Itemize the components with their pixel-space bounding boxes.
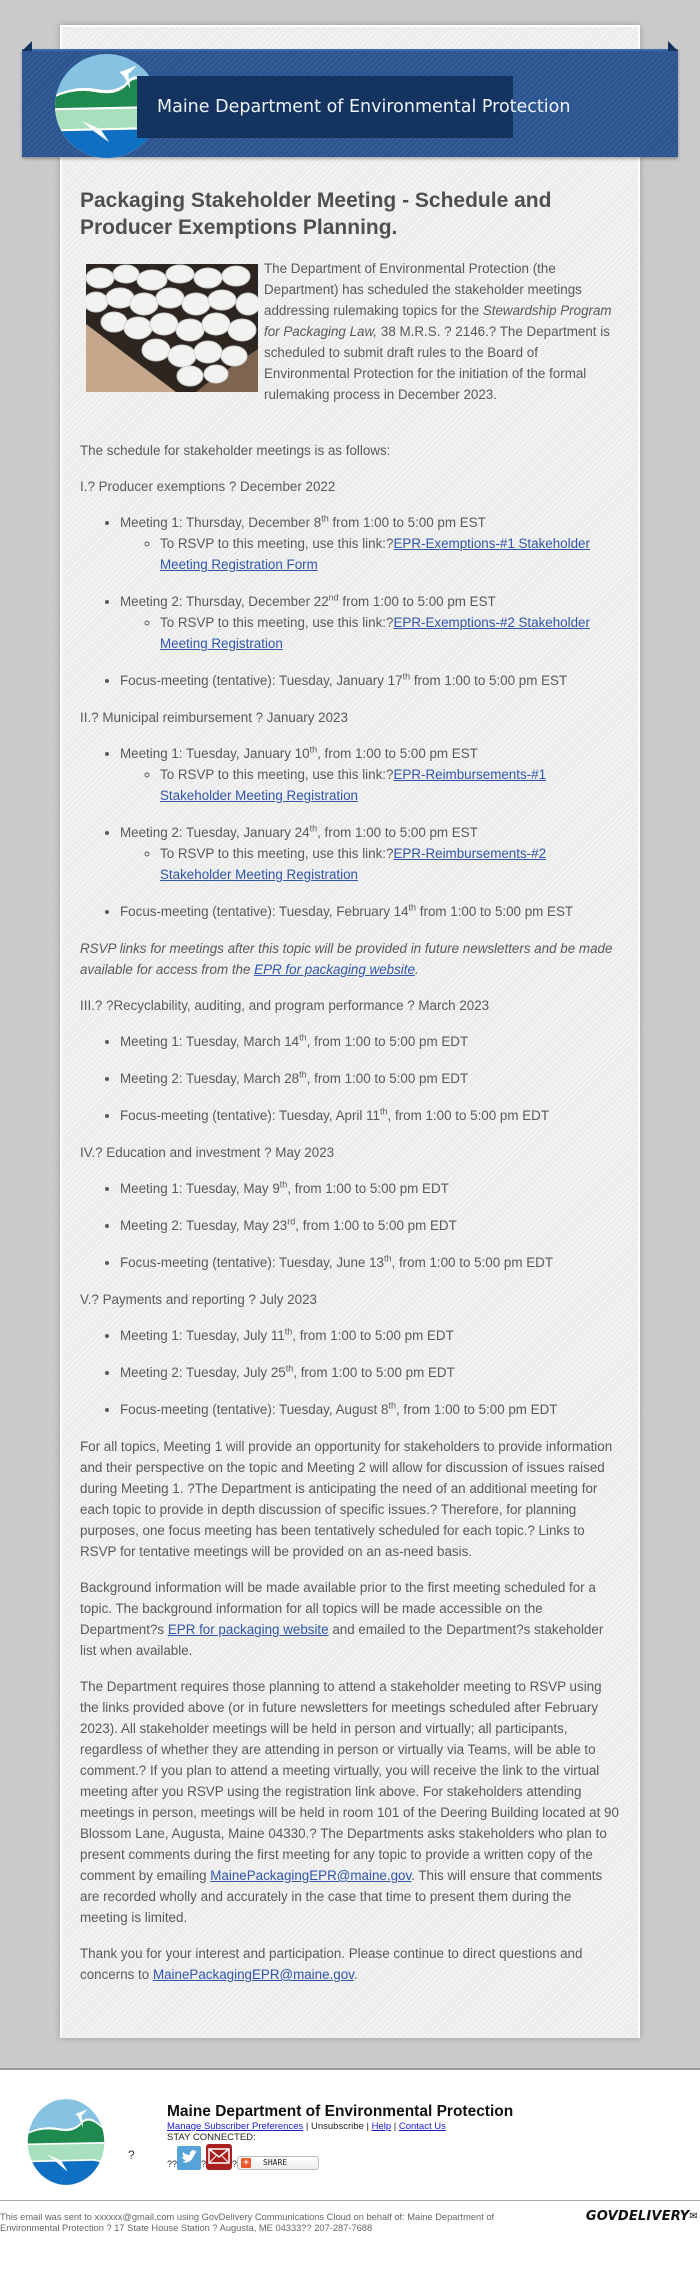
meeting-list: Meeting 1: Tuesday, March 14th, from 1:0… — [80, 1031, 620, 1126]
background-paragraph: Background information will be made avai… — [80, 1580, 604, 1658]
meeting-item: Meeting 1: Tuesday, January 10th, from 1… — [120, 743, 620, 806]
topic-heading: III.? ?Recyclability, auditing, and prog… — [80, 998, 490, 1013]
maine-dep-logo-icon — [27, 2099, 105, 2185]
meeting-item: Meeting 1: Tuesday, May 9th, from 1:00 t… — [120, 1178, 620, 1199]
epr-website-link[interactable]: EPR for packaging website — [254, 962, 415, 977]
meeting-item: Meeting 1: Thursday, December 8th from 1… — [120, 512, 620, 575]
topic-heading: II.? Municipal reimbursement ? January 2… — [80, 710, 348, 725]
email-link[interactable]: MainePackagingEPR@maine.gov — [153, 1967, 354, 1982]
meeting-item: Meeting 2: Thursday, December 22nd from … — [120, 591, 620, 654]
envelope-icon: ✉ — [689, 2211, 698, 2222]
article-body: Packaging Stakeholder Meeting - Schedule… — [62, 157, 638, 2038]
meeting-item: Focus-meeting (tentative): Tuesday, June… — [120, 1252, 620, 1273]
meeting-item: Meeting 2: Tuesday, March 28th, from 1:0… — [120, 1068, 620, 1089]
meeting-item: Meeting 2: Tuesday, May 23rd, from 1:00 … — [120, 1215, 620, 1236]
requirements-paragraph: The Department requires those planning t… — [80, 1679, 619, 1925]
unsubscribe-link[interactable]: Unsubscribe — [311, 2121, 364, 2132]
meeting-list: Meeting 1: Thursday, December 8th from 1… — [80, 512, 620, 691]
meeting-item: Meeting 2: Tuesday, July 25th, from 1:00… — [120, 1362, 620, 1383]
packing-peanuts-illustration — [86, 264, 258, 392]
bottom-bar: This email was sent to xxxxxx@gmail.com … — [0, 2201, 700, 2242]
article-title: Packaging Stakeholder Meeting - Schedule… — [80, 189, 552, 239]
intro-paragraph: The Department of Environmental Protecti… — [80, 258, 620, 405]
epr-website-link[interactable]: EPR for packaging website — [168, 1622, 329, 1637]
meeting-item: Meeting 1: Tuesday, July 11th, from 1:00… — [120, 1325, 620, 1346]
topic-heading: V.? Payments and reporting ? July 2023 — [80, 1292, 317, 1307]
email-icon[interactable] — [206, 2144, 233, 2170]
schedule-intro: The schedule for stakeholder meetings is… — [80, 443, 391, 458]
stay-connected-label: STAY CONNECTED: — [167, 2132, 256, 2143]
footer-org-name: Maine Department of Environmental Protec… — [167, 2103, 514, 2120]
meeting-list: Meeting 1: Tuesday, January 10th, from 1… — [80, 743, 620, 922]
twitter-icon[interactable] — [177, 2146, 202, 2170]
footer-links: Manage Subscriber Preferences | Unsubscr… — [167, 2121, 446, 2132]
email-card: Maine Department of Environmental Protec… — [22, 25, 678, 2038]
logo-suffix: ? — [128, 2148, 135, 2162]
email-link[interactable]: MainePackagingEPR@maine.gov — [210, 1868, 411, 1883]
all-topics-paragraph: For all topics, Meeting 1 will provide a… — [80, 1439, 613, 1559]
header-banner: Maine Department of Environmental Protec… — [22, 41, 678, 158]
meeting-item: Focus-meeting (tentative): Tuesday, Febr… — [120, 901, 620, 922]
meeting-list: Meeting 1: Tuesday, July 11th, from 1:00… — [80, 1325, 620, 1420]
topic-heading: IV.? Education and investment ? May 2023 — [80, 1145, 335, 1160]
meeting-item: Focus-meeting (tentative): Tuesday, Janu… — [120, 670, 620, 691]
meeting-item: Focus-meeting (tentative): Tuesday, Augu… — [120, 1399, 620, 1420]
meeting-item: Meeting 1: Tuesday, March 14th, from 1:0… — [120, 1031, 620, 1052]
manage-preferences-link[interactable]: Manage Subscriber Preferences — [167, 2121, 303, 2132]
footer-info: Maine Department of Environmental Protec… — [167, 2103, 513, 2170]
email-background: Maine Department of Environmental Protec… — [0, 0, 700, 2068]
rsvp-item: To RSVP to this meeting, use this link:?… — [160, 533, 620, 575]
packing-peanuts-image — [86, 264, 258, 392]
topic-heading: I.? Producer exemptions ? December 2022 — [80, 479, 336, 494]
banner-title: Maine Department of Environmental Protec… — [137, 76, 570, 138]
meeting-list: Meeting 1: Tuesday, May 9th, from 1:00 t… — [80, 1178, 620, 1273]
share-button[interactable]: + SHARE — [237, 2156, 320, 2170]
meeting-item: Meeting 2: Tuesday, January 24th, from 1… — [120, 822, 620, 885]
meeting-item: Focus-meeting (tentative): Tuesday, Apri… — [120, 1105, 620, 1126]
footer: ? Maine Department of Environmental Prot… — [0, 2070, 700, 2200]
help-link[interactable]: Help — [372, 2121, 392, 2132]
rsvp-note: RSVP links for meetings after this topic… — [80, 941, 613, 977]
plus-icon: + — [241, 2157, 252, 2168]
thanks-paragraph: Thank you for your interest and particip… — [80, 1946, 583, 1982]
contact-us-link[interactable]: Contact Us — [399, 2121, 446, 2132]
rsvp-item: To RSVP to this meeting, use this link:?… — [160, 612, 620, 654]
disclaimer-text: This email was sent to xxxxxx@gmail.com … — [0, 2212, 495, 2233]
rsvp-item: To RSVP to this meeting, use this link:?… — [160, 764, 620, 806]
social-links: ???? + SHARE — [167, 2144, 513, 2170]
govdelivery-logo: GOVDELIVERY✉ — [585, 2209, 698, 2224]
rsvp-item: To RSVP to this meeting, use this link:?… — [160, 843, 620, 885]
